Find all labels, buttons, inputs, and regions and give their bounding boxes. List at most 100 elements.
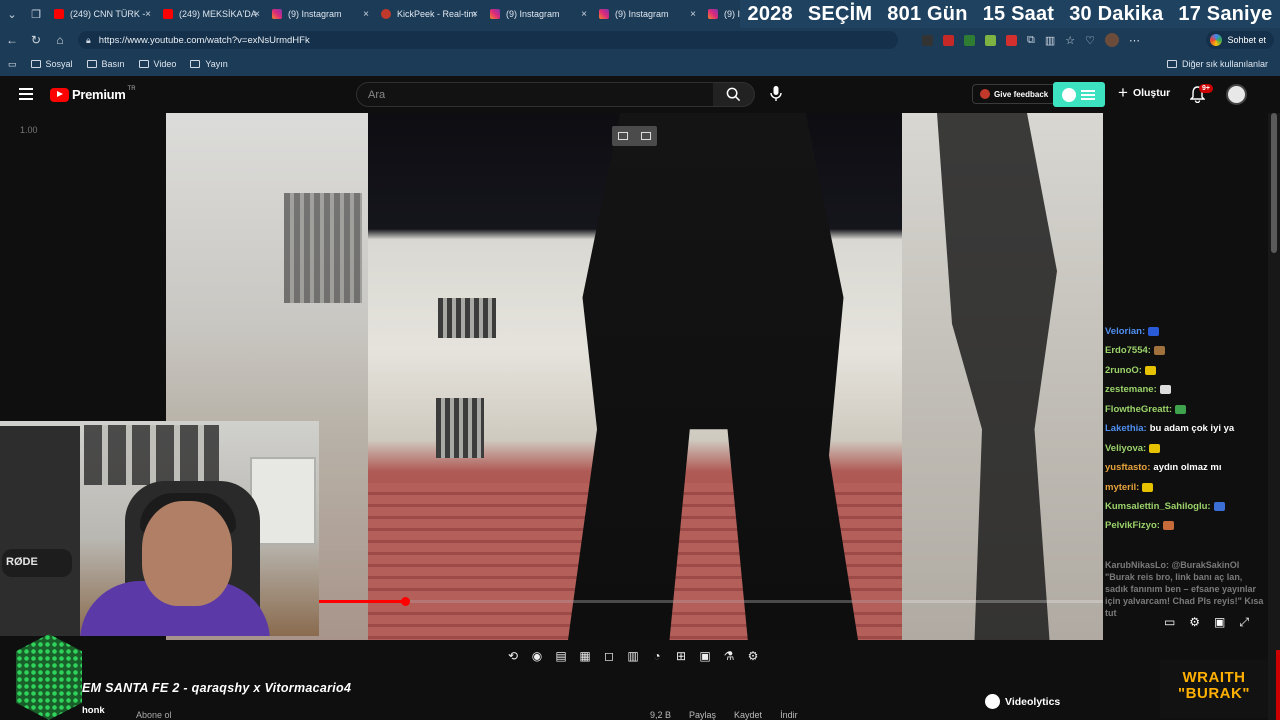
bookmark-folder[interactable]: Basın [86,59,125,69]
instagram-icon [599,9,609,19]
bookmark-folder[interactable]: Sosyal [30,59,73,69]
chat-username[interactable]: Velorian: [1105,326,1145,337]
scrollbar-thumb[interactable] [1271,113,1277,253]
subscribe-button[interactable]: Abone ol [136,710,172,720]
back-icon[interactable]: ← [0,33,24,47]
give-feedback-button[interactable]: Give feedback [972,84,1057,104]
copilot-chat-button[interactable]: Sohbet et [1206,31,1274,49]
bookmark-folder[interactable]: Video [138,59,177,69]
reload-icon[interactable]: ↻ [24,33,48,47]
home-icon[interactable]: ⌂ [48,33,72,47]
chat-message: Kumsalettin_Sahiloglu: [1105,501,1225,512]
chat-username[interactable]: yusftasto: [1105,462,1150,473]
bookmark-label: Video [153,59,177,69]
countdown-event: SEÇİM [807,2,873,25]
chat-username[interactable]: Kumsalettin_Sahiloglu: [1105,501,1211,512]
youtube-premium-logo[interactable]: Premium TR [50,85,136,102]
film-icon[interactable]: ▦ [577,648,593,664]
create-button[interactable]: + Oluştur [1118,83,1171,102]
browser-tab[interactable]: (249) CNN TÜRK - × [48,0,157,28]
speed-icon[interactable]: ◔ [649,648,665,664]
chat-username[interactable]: 2runoO: [1105,365,1142,376]
create-label: Oluştur [1132,87,1171,99]
account-avatar[interactable] [1226,84,1247,105]
filters-icon[interactable]: ▥ [625,648,641,664]
chat-username[interactable]: zestemane: [1105,384,1157,395]
extensions-bar: ⧉ ▥ ☆ ♡ ⋯ [922,33,1140,47]
close-icon[interactable]: × [363,9,369,20]
hamburger-menu-icon[interactable] [19,88,33,100]
close-icon[interactable]: × [581,9,587,20]
chat-username[interactable]: Veliyova: [1105,443,1146,454]
close-icon[interactable]: × [254,9,260,20]
split-screen-icon[interactable]: ▥ [1045,34,1055,47]
miniplayer-icon[interactable]: ▣ [1214,615,1225,629]
like-count[interactable]: 9,2 B [650,710,671,720]
pip-icon[interactable] [618,132,629,140]
subtitles-icon[interactable]: ▭ [1164,615,1175,629]
flask-icon[interactable]: ⚗ [721,648,737,664]
download-button[interactable]: İndir [780,710,798,720]
chat-username[interactable]: myteril: [1105,482,1139,493]
gear-icon[interactable]: ⚙ [745,648,761,664]
chat-username[interactable]: FlowtheGreatt: [1105,404,1172,415]
bookmark-folder[interactable]: Yayın [190,59,228,69]
browser-tab[interactable]: KickPeek - Real-tim × [375,0,484,28]
channel-name[interactable]: honk [82,705,105,716]
countdown-hours: 15 Saat [982,2,1055,25]
chat-emote-icon [1162,520,1174,530]
browser-tab[interactable]: (9) Instagram × [484,0,593,28]
page-scrollbar[interactable] [1268,113,1280,720]
extension-icon[interactable] [985,34,996,46]
more-icon[interactable]: ⋯ [1129,34,1140,47]
puzzle-icon[interactable]: ⧉ [1027,34,1035,47]
add-icon[interactable]: ⊞ [673,648,689,664]
collections-icon[interactable]: ♡ [1085,34,1095,47]
close-icon[interactable]: × [145,9,151,20]
voice-search-button[interactable] [770,85,782,107]
screenshot-icon[interactable]: ▣ [697,648,713,664]
bookmark-menu-icon[interactable]: ▭ [8,59,17,70]
overlay-line-2: "BURAK" [1178,685,1250,702]
search-input[interactable]: Ara [356,82,714,107]
workspaces-icon[interactable]: ❐ [24,0,48,28]
region-code: TR [127,85,136,92]
fullscreen-icon[interactable]: ⤢ [1239,615,1249,630]
chat-username[interactable]: Lakethia: [1105,423,1147,434]
popout-icon[interactable] [640,132,651,140]
plus-icon: + [1118,83,1128,102]
loop-icon[interactable]: ⟲ [505,648,521,664]
chat-username[interactable]: Erdo7554: [1105,345,1151,356]
overlay-accent-bar [1276,650,1280,720]
chat-username[interactable]: PelvikFizyo: [1105,520,1160,531]
close-icon[interactable]: × [690,9,696,20]
url-text: https://www.youtube.com/watch?v=exNsUrmd… [98,34,310,46]
favorites-icon[interactable]: ☆ [1065,34,1075,47]
extension-icon[interactable] [943,34,954,46]
extension-icon[interactable] [1006,34,1017,46]
browser-tab[interactable]: (249) MEKSİKA'DA × [157,0,266,28]
profile-avatar[interactable] [1105,33,1120,47]
audio-icon[interactable]: ◉ [529,648,545,664]
videolytics-panel-button[interactable]: Videolytics [985,694,1060,709]
cinema-icon[interactable]: ▤ [553,648,569,664]
extension-toggle[interactable] [1053,82,1105,107]
extension-icon[interactable] [922,34,933,46]
settings-icon[interactable]: ⚙ [1189,615,1200,629]
save-button[interactable]: Kaydet [734,710,762,720]
chat-emote-icon [1175,404,1187,414]
video-progress-bar[interactable] [319,597,1103,606]
resize-icon[interactable]: ◻ [601,648,617,664]
url-field[interactable]: 🔒︎ https://www.youtube.com/watch?v=exNsUr… [78,31,898,49]
extension-icon[interactable] [964,34,975,46]
tab-menu-icon[interactable]: ⌄ [0,0,24,28]
search-button[interactable] [713,82,755,107]
share-button[interactable]: Paylaş [689,710,716,720]
picture-in-picture-controls[interactable] [612,126,657,146]
close-icon[interactable]: × [472,9,478,20]
tab-label: (9) Instagram [506,9,560,19]
browser-tab[interactable]: (9) Instagram × [266,0,375,28]
browser-tab[interactable]: (9) Instagram × [593,0,702,28]
chat-text: bu adam çok iyi ya [1149,423,1235,434]
other-bookmarks[interactable]: Diğer sık kullanılanlar [1166,59,1268,69]
